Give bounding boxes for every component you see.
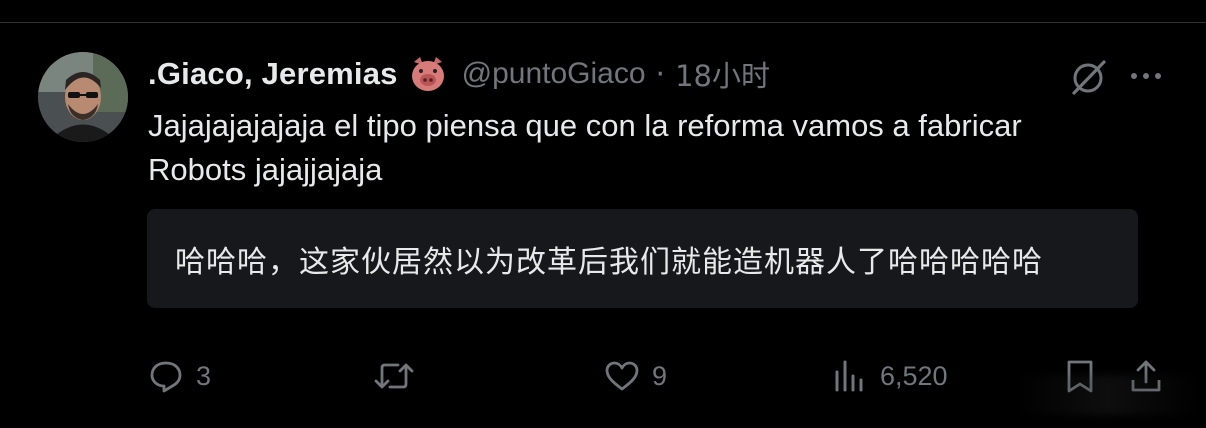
pig-face-emoji-icon	[411, 57, 444, 91]
avatar-image	[38, 52, 128, 142]
translation-box: 哈哈哈，这家伙居然以为改革后我们就能造机器人了哈哈哈哈哈	[147, 209, 1138, 308]
retweet-icon	[374, 363, 414, 389]
separator-dot: ·	[655, 56, 666, 92]
reply-count: 3	[196, 360, 212, 391]
watermark-blur	[1015, 375, 1200, 415]
grok-icon[interactable]	[1068, 57, 1108, 97]
tweet-text-line-1: Jajajajajajaja el tipo piensa que con la…	[148, 108, 1022, 143]
like-count: 9	[652, 360, 668, 391]
reply-icon	[150, 361, 182, 393]
user-handle[interactable]: @puntoGiaco	[462, 57, 646, 91]
tweet-text: Jajajajajajaja el tipo piensa que con la…	[148, 104, 1158, 192]
top-divider	[0, 22, 1206, 23]
views-icon	[835, 360, 863, 392]
views-button[interactable]: 6,520	[832, 356, 948, 396]
views-count: 6,520	[880, 360, 948, 391]
tweet-text-line-2: Robots jajajjajaja	[148, 152, 383, 187]
heart-icon	[605, 361, 639, 391]
retweet-button[interactable]	[374, 356, 426, 396]
like-button[interactable]: 9	[604, 356, 667, 396]
tweet-header: .Giaco, Jeremias @puntoGiaco · 18小时	[148, 52, 770, 96]
avatar[interactable]	[38, 52, 128, 142]
translation-text: 哈哈哈，这家伙居然以为改革后我们就能造机器人了哈哈哈哈哈	[175, 244, 1043, 280]
display-name[interactable]: .Giaco, Jeremias	[148, 56, 398, 92]
reply-button[interactable]: 3	[148, 356, 211, 396]
timestamp[interactable]: 18小时	[675, 53, 770, 95]
more-options-icon[interactable]	[1128, 64, 1164, 88]
